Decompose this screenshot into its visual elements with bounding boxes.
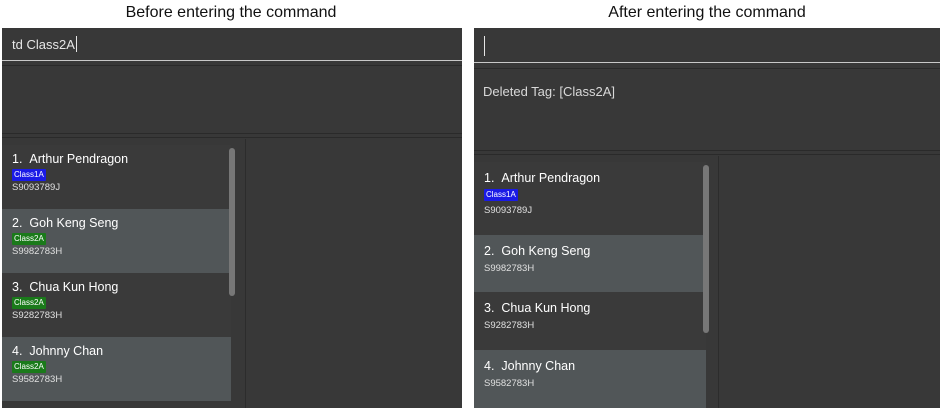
person-name: 4. Johnny Chan	[12, 344, 104, 358]
command-input-value: td Class2A	[12, 37, 75, 52]
person-name: 3. Chua Kun Hong	[484, 301, 591, 315]
person-card[interactable]: 1. Arthur Pendragon Class1A S9093789J	[2, 145, 231, 209]
person-card[interactable]: 2. Goh Keng Seng Class2A S9982783H	[2, 209, 231, 273]
result-display: Deleted Tag: [Class2A]	[474, 72, 940, 150]
result-text: Deleted Tag: [Class2A]	[483, 84, 615, 99]
app-window-before: td Class2A 1. Arthur Pendragon Class1A S…	[2, 28, 462, 408]
divider	[2, 133, 462, 134]
caption-before: Before entering the command	[125, 4, 337, 21]
divider	[2, 65, 462, 66]
tag-badge: Class2A	[12, 233, 46, 245]
caption-after: After entering the command	[608, 4, 806, 21]
person-card[interactable]: 4. Johnny Chan S9582783H	[474, 350, 706, 408]
divider	[474, 68, 940, 69]
command-input[interactable]	[483, 36, 485, 56]
person-list[interactable]: 1. Arthur Pendragon Class1A S9093789J 2.…	[474, 162, 714, 408]
person-id: S9093789J	[12, 182, 61, 193]
tag-badge: Class1A	[12, 169, 46, 181]
person-name: 1. Arthur Pendragon	[484, 171, 601, 185]
text-caret	[484, 36, 485, 56]
person-id: S9582783H	[484, 378, 535, 389]
tag-badge: Class2A	[12, 297, 46, 309]
person-name: 2. Goh Keng Seng	[12, 216, 119, 230]
person-list[interactable]: 1. Arthur Pendragon Class1A S9093789J 2.…	[2, 145, 239, 408]
tag-badge: Class1A	[484, 189, 518, 201]
person-card[interactable]: 3. Chua Kun Hong Class2A S9282783H	[2, 273, 231, 337]
list-scrollbar[interactable]	[229, 148, 235, 296]
person-name: 2. Goh Keng Seng	[484, 244, 591, 258]
result-display	[2, 67, 462, 133]
list-scrollbar[interactable]	[703, 165, 709, 333]
person-id: S9282783H	[484, 320, 535, 331]
detail-pane	[245, 139, 462, 408]
command-box[interactable]: td Class2A	[2, 28, 462, 61]
divider	[474, 154, 940, 155]
person-card[interactable]: 2. Goh Keng Seng S9982783H	[474, 235, 706, 292]
person-card[interactable]: 3. Chua Kun Hong S9282783H	[474, 292, 706, 350]
command-box[interactable]	[474, 28, 940, 63]
person-name: 3. Chua Kun Hong	[12, 280, 119, 294]
person-id: S9093789J	[484, 205, 533, 216]
person-card[interactable]: 4. Johnny Chan Class2A S9582783H	[2, 337, 231, 401]
person-id: S9582783H	[12, 374, 63, 385]
person-id: S9282783H	[12, 310, 63, 321]
command-input[interactable]: td Class2A	[12, 36, 77, 52]
divider	[2, 137, 462, 138]
person-id: S9982783H	[484, 263, 535, 274]
detail-pane	[718, 156, 940, 408]
text-caret	[75, 36, 77, 52]
person-card[interactable]: 1. Arthur Pendragon Class1A S9093789J	[474, 162, 706, 235]
person-name: 1. Arthur Pendragon	[12, 152, 129, 166]
person-id: S9982783H	[12, 246, 63, 257]
divider	[474, 150, 940, 151]
person-name: 4. Johnny Chan	[484, 359, 576, 373]
tag-badge: Class2A	[12, 361, 46, 373]
app-window-after: Deleted Tag: [Class2A] 1. Arthur Pendrag…	[474, 28, 940, 408]
